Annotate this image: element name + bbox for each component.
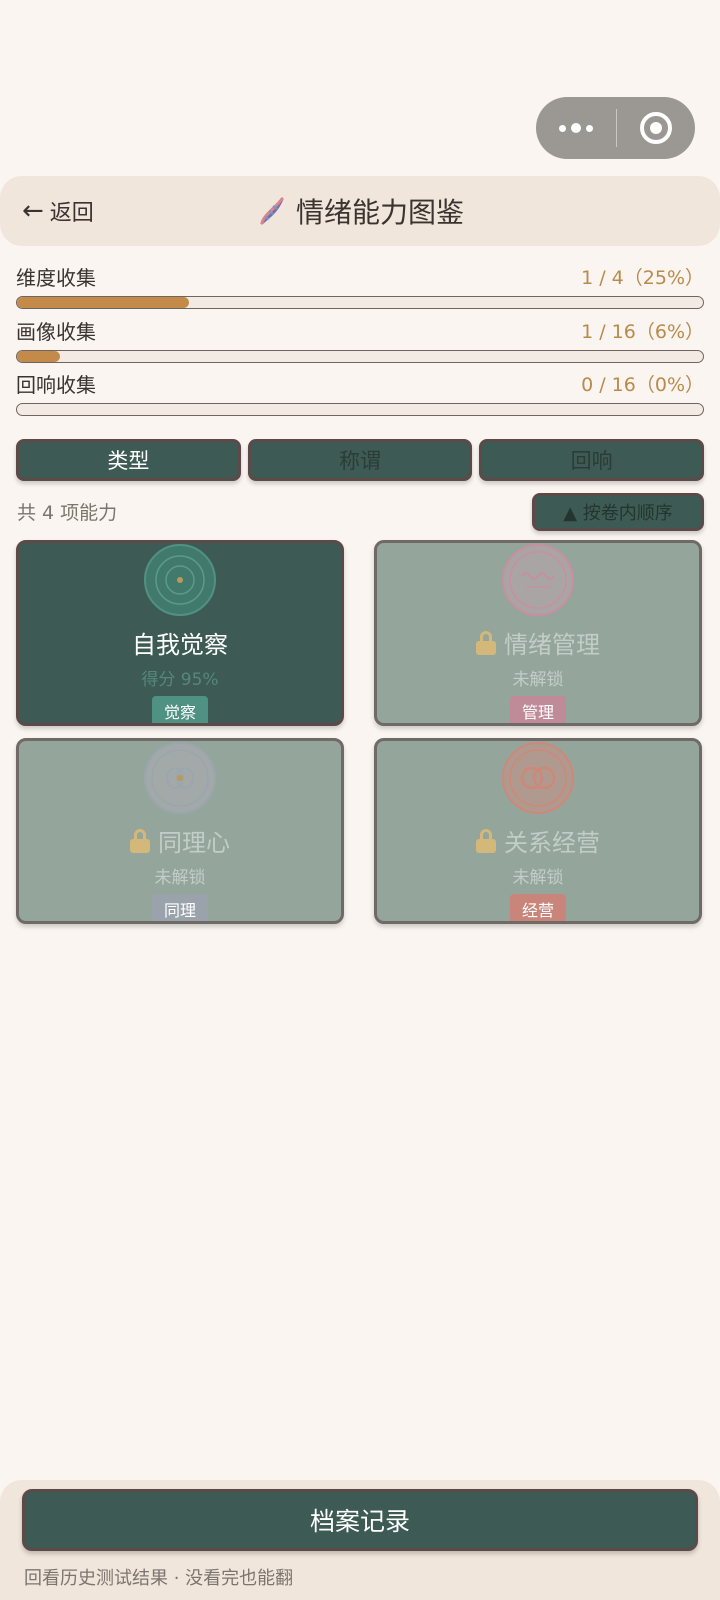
title-wrap: 情绪能力图鉴 [0, 176, 720, 246]
nav-header: ← 返回 情绪能力图鉴 [0, 176, 720, 246]
progress-echoes: 回响收集 0 / 16（0%） [16, 369, 704, 416]
miniprogram-capsule [536, 97, 695, 159]
card-name: 自我觉察 [132, 631, 228, 659]
records-hint: 回看历史测试结果 · 没看完也能翻 [24, 1568, 294, 1589]
progress-track [16, 403, 704, 416]
lock-icon [476, 630, 496, 655]
item-count: 共 4 项能力 [17, 502, 118, 524]
progress-label: 维度收集 [16, 265, 96, 290]
more-icon[interactable] [536, 97, 616, 159]
progress-fill [17, 297, 189, 308]
progress-track [16, 350, 704, 363]
dna-icon [260, 197, 284, 225]
heart-circle-icon [144, 742, 216, 814]
ability-card-empathy[interactable]: 同理心 未解锁 同理 [16, 738, 344, 924]
card-status: 未解锁 [512, 868, 564, 888]
progress-fill [17, 351, 60, 362]
card-score: 得分 95% [141, 670, 219, 690]
progress-value: 1 / 4（25%） [581, 266, 704, 289]
progress-dimensions: 维度收集 1 / 4（25%） [16, 262, 704, 309]
tab-title[interactable]: 称谓 [247, 439, 473, 481]
wave-icon [502, 544, 574, 616]
tab-type[interactable]: 类型 [16, 439, 241, 481]
ability-card-relationship[interactable]: 关系经营 未解锁 经营 [374, 738, 702, 924]
tab-echo[interactable]: 回响 [479, 439, 705, 481]
close-miniprogram-icon[interactable] [617, 97, 695, 159]
progress-value: 0 / 16（0%） [581, 373, 704, 396]
ability-card-emotion-management[interactable]: 情绪管理 未解锁 管理 [374, 540, 702, 726]
progress-label: 回响收集 [16, 372, 96, 397]
card-badge: 经营 [509, 894, 567, 921]
ability-card-self-awareness[interactable]: 自我觉察 得分 95% 觉察 [16, 540, 344, 726]
card-name: 关系经营 [377, 823, 699, 858]
progress-value: 1 / 16（6%） [581, 320, 704, 343]
card-status: 未解锁 [512, 670, 564, 690]
linked-rings-icon [502, 742, 574, 814]
category-tabs: 类型 称谓 回响 [16, 439, 705, 481]
progress-portraits: 画像收集 1 / 16（6%） [16, 316, 704, 363]
records-button[interactable]: 档案记录 [22, 1489, 698, 1551]
lock-icon [130, 828, 150, 853]
progress-track [16, 296, 704, 309]
progress-label: 画像收集 [16, 319, 96, 344]
card-name: 情绪管理 [377, 625, 699, 660]
card-status: 未解锁 [154, 868, 206, 888]
concentric-circles-icon [144, 544, 216, 616]
sort-button[interactable]: ▲ 按卷内顺序 [532, 493, 704, 531]
card-badge: 同理 [151, 894, 209, 921]
card-badge: 觉察 [151, 696, 209, 723]
page-title: 情绪能力图鉴 [295, 196, 464, 229]
lock-icon [476, 828, 496, 853]
card-name: 同理心 [19, 823, 341, 858]
card-badge: 管理 [509, 696, 567, 723]
